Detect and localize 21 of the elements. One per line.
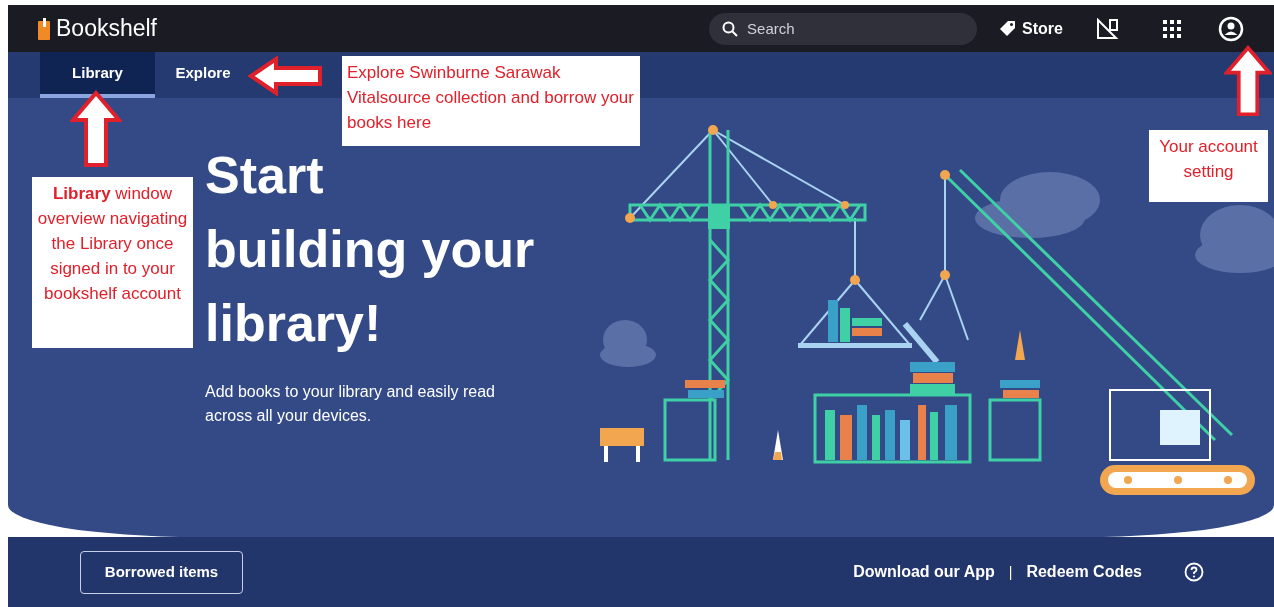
tag-icon (999, 20, 1017, 37)
nav-tab[interactable]: Library (40, 52, 155, 98)
borrowed-items-button[interactable]: Borrowed items (80, 550, 243, 594)
footer-link[interactable]: Redeem Codes (1026, 560, 1142, 584)
app-logo-text: Bookshelf (56, 14, 157, 44)
apps-grid-icon[interactable] (1161, 17, 1183, 40)
hero-subtitle: Add books to your library and easily read across all your devices. (205, 382, 496, 426)
link-separator: | (1008, 562, 1013, 582)
hero-title: Start building your library! (205, 145, 536, 354)
annotation-note: Explore Swinburne Sarawak Vitalsource collection and borrow your books here (342, 56, 640, 146)
search-icon (722, 20, 739, 37)
store-button[interactable]: Store (999, 16, 1063, 41)
annotation-note: Library window overview navigating the Library once signed in to your bookshelf account (32, 177, 193, 348)
annotation-note: Your account setting (1149, 130, 1268, 202)
nav-tab[interactable]: Explore (161, 52, 245, 98)
book-logo-icon (38, 17, 50, 40)
account-icon[interactable] (1218, 15, 1244, 42)
help-icon[interactable] (1184, 562, 1204, 582)
search-field[interactable]: Search (709, 12, 978, 45)
page-ruler-icon[interactable] (1095, 15, 1121, 42)
footer-link[interactable]: Download our App (853, 560, 995, 584)
